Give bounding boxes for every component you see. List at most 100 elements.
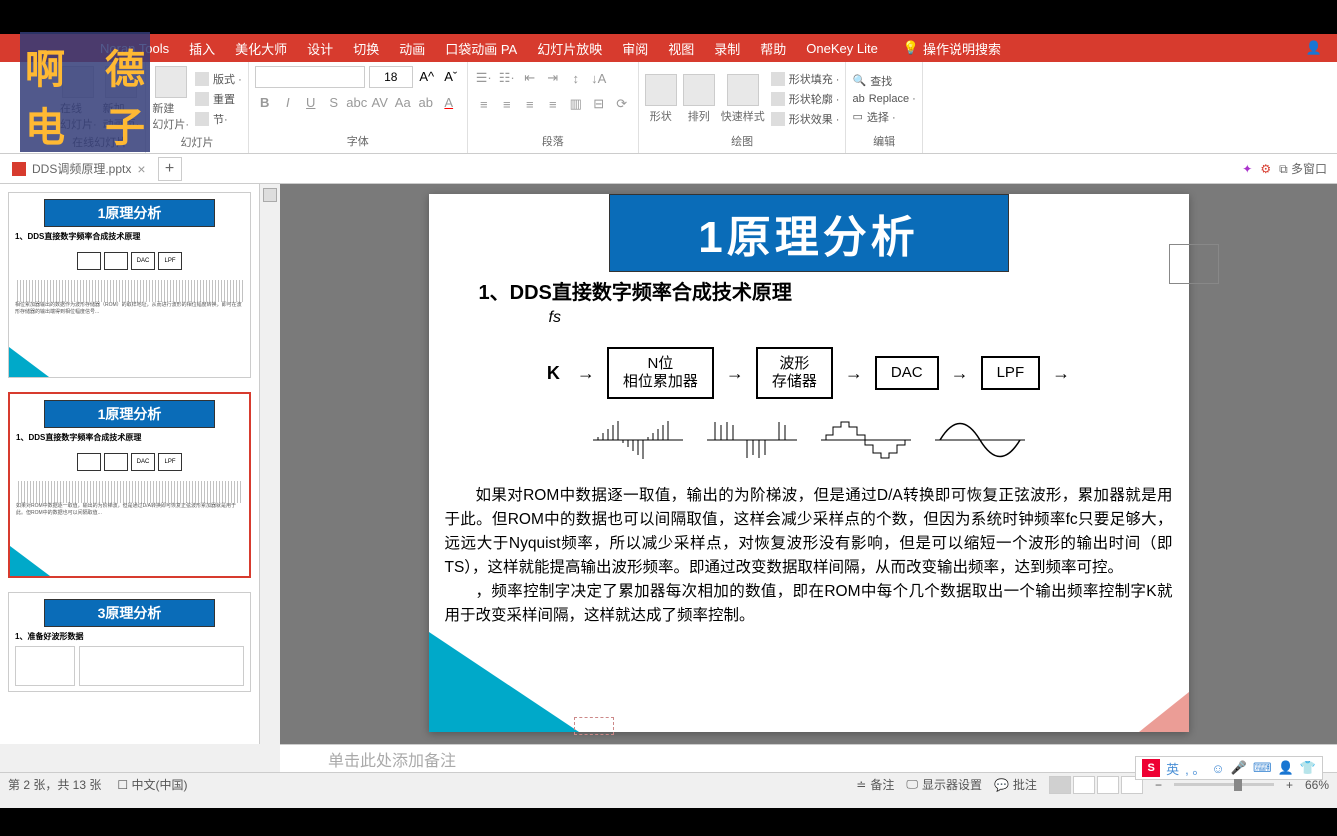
menu-record[interactable]: 录制 — [704, 39, 750, 58]
notes-toggle[interactable]: ≐ 备注 — [856, 776, 894, 793]
justify-button[interactable]: ≡ — [543, 94, 563, 114]
align-text-button[interactable]: ⊟ — [589, 94, 609, 114]
menu-slideshow[interactable]: 幻灯片放映 — [527, 39, 612, 58]
tell-me-search[interactable]: 💡 操作说明搜索 — [903, 39, 1001, 58]
menu-design[interactable]: 设计 — [297, 39, 343, 58]
slide-subtitle[interactable]: 1、DDS直接数字频率合成技术原理 — [479, 276, 792, 305]
text-direction-button[interactable]: ↓A — [589, 68, 609, 88]
shape-fill-button[interactable]: 形状填充 · — [771, 71, 840, 87]
line-spacing-button[interactable]: ↕ — [566, 68, 586, 88]
arrange-button[interactable]: 排列 — [683, 74, 715, 124]
slide-thumbnail-panel[interactable]: 1原理分析 1、DDS直接数字频率合成技术原理 DACLPF 相位累加器输出的数… — [0, 184, 260, 744]
underline-button[interactable]: U — [301, 92, 321, 112]
shape-outline-button[interactable]: 形状轮廓 · — [771, 91, 840, 107]
slide-canvas[interactable]: 1原理分析 1、DDS直接数字频率合成技术原理 fs K→ N位 相位累加器→ … — [429, 194, 1189, 732]
step-wave-icon — [821, 417, 911, 463]
slide-body-text[interactable]: 如果对ROM中数据逐一取值，输出的为阶梯波，但是通过D/A转换即可恢复正弦波形，… — [445, 484, 1173, 628]
block-diagram[interactable]: fs K→ N位 相位累加器→ 波形 存储器→ DAC→ LPF→ — [529, 309, 1089, 463]
sine-wave-icon — [935, 417, 1025, 463]
sogou-icon[interactable]: S — [1142, 759, 1160, 777]
slide-thumbnail-3[interactable]: 3原理分析 1、准备好波形数据 — [8, 592, 251, 692]
menu-beautify[interactable]: 美化大师 — [225, 39, 297, 58]
bullets-button[interactable]: ☰· — [474, 68, 494, 88]
scroll-up-button[interactable] — [263, 188, 277, 202]
font-color-button[interactable]: A — [439, 92, 459, 112]
spacing-button[interactable]: AV — [370, 92, 390, 112]
watermark-logo: 啊德 电子 — [20, 32, 150, 152]
quick-styles-button[interactable]: 快速样式 — [721, 74, 765, 124]
shapes-button[interactable]: 形状 — [645, 74, 677, 124]
decoration-triangle-left — [429, 632, 579, 732]
ppt-icon — [12, 162, 26, 176]
selection-indicator — [1169, 244, 1219, 284]
ime-user-icon[interactable]: 👤 — [1278, 760, 1294, 776]
ime-keyboard-icon[interactable]: ⌨ — [1253, 760, 1272, 776]
menu-onekey[interactable]: OneKey Lite — [796, 41, 888, 56]
ime-lang[interactable]: 英 — [1166, 759, 1179, 778]
align-right-button[interactable]: ≡ — [520, 94, 540, 114]
shape-effects-button[interactable]: 形状效果 · — [771, 111, 840, 127]
menu-view[interactable]: 视图 — [658, 39, 704, 58]
align-left-button[interactable]: ≡ — [474, 94, 494, 114]
document-tab-bar: DDS调频原理.pptx × + ✦ ⚙ ⧉ 多窗口 — [0, 154, 1337, 184]
language-indicator[interactable]: ☐ 中文(中国) — [117, 776, 187, 793]
smartart-button[interactable]: ⟳ — [612, 94, 632, 114]
shadow-button[interactable]: abc — [347, 92, 367, 112]
find-button[interactable]: 🔍查找 — [852, 73, 915, 89]
display-settings-button[interactable]: 🖵 显示器设置 — [906, 776, 982, 793]
ime-toolbar[interactable]: S 英 , 。 ☺ 🎤 ⌨ 👤 👕 — [1135, 756, 1323, 780]
menu-review[interactable]: 审阅 — [612, 39, 658, 58]
bold-button[interactable]: B — [255, 92, 275, 112]
ime-emoji-icon[interactable]: ☺ — [1211, 761, 1224, 776]
slide-editor[interactable]: 1原理分析 1、DDS直接数字频率合成技术原理 fs K→ N位 相位累加器→ … — [280, 184, 1337, 744]
layout-button[interactable]: 版式 · — [195, 71, 242, 87]
multi-window-button[interactable]: ⧉ 多窗口 — [1279, 160, 1327, 177]
menu-insert[interactable]: 插入 — [179, 39, 225, 58]
magic-icon[interactable]: ✦ — [1242, 162, 1252, 176]
menu-transition[interactable]: 切换 — [343, 39, 389, 58]
section-button[interactable]: 节· — [195, 111, 242, 127]
replace-button[interactable]: abReplace · — [852, 93, 915, 105]
indent-inc-button[interactable]: ⇥ — [543, 68, 563, 88]
settings-icon[interactable]: ⚙ — [1260, 162, 1271, 176]
numbering-button[interactable]: ☷· — [497, 68, 517, 88]
bulb-icon: 💡 — [903, 40, 919, 56]
highlight-button[interactable]: ab — [416, 92, 436, 112]
ime-voice-icon[interactable]: 🎤 — [1231, 760, 1247, 776]
ime-punct-icon[interactable]: , 。 — [1185, 759, 1205, 778]
zoom-slider[interactable] — [1174, 783, 1274, 786]
sorter-view-button[interactable] — [1073, 776, 1095, 794]
case-button[interactable]: Aa — [393, 92, 413, 112]
reset-button[interactable]: 重置 — [195, 91, 242, 107]
reading-view-button[interactable] — [1097, 776, 1119, 794]
italic-button[interactable]: I — [278, 92, 298, 112]
align-center-button[interactable]: ≡ — [497, 94, 517, 114]
menu-pa[interactable]: 口袋动画 PA — [435, 39, 527, 58]
decoration-triangle-right — [1139, 692, 1189, 732]
decrease-font-button[interactable]: Aˇ — [441, 66, 461, 86]
selection-handle[interactable] — [574, 717, 614, 735]
slide-thumbnail-1[interactable]: 1原理分析 1、DDS直接数字频率合成技术原理 DACLPF 相位累加器输出的数… — [8, 192, 251, 378]
menu-bar: Noran Tools 插入 美化大师 设计 切换 动画 口袋动画 PA 幻灯片… — [0, 34, 1337, 62]
slide-counter: 第 2 张，共 13 张 — [8, 776, 101, 793]
document-tab[interactable]: DDS调频原理.pptx × — [4, 160, 154, 177]
pulse-wave-icon — [707, 417, 797, 463]
normal-view-button[interactable] — [1049, 776, 1071, 794]
slide-thumbnail-2[interactable]: 1原理分析 1、DDS直接数字频率合成技术原理 DACLPF 如果对ROM中数据… — [8, 392, 251, 578]
increase-font-button[interactable]: A^ — [417, 66, 437, 86]
slide-title[interactable]: 1原理分析 — [609, 194, 1009, 272]
columns-button[interactable]: ▥ — [566, 94, 586, 114]
indent-dec-button[interactable]: ⇤ — [520, 68, 540, 88]
menu-animation[interactable]: 动画 — [389, 39, 435, 58]
new-tab-button[interactable]: + — [158, 157, 182, 181]
strike-button[interactable]: S — [324, 92, 344, 112]
select-button[interactable]: ▭选择 · — [852, 109, 915, 125]
close-tab-button[interactable]: × — [137, 161, 145, 177]
new-slide-button[interactable]: 新建 幻灯片· — [152, 66, 189, 132]
font-size-combo[interactable] — [369, 66, 413, 88]
account-icon[interactable]: 👤 — [1306, 40, 1337, 56]
menu-help[interactable]: 帮助 — [750, 39, 796, 58]
font-family-combo[interactable] — [255, 66, 365, 88]
comments-button[interactable]: 💬 批注 — [994, 776, 1037, 793]
ime-skin-icon[interactable]: 👕 — [1300, 760, 1316, 776]
